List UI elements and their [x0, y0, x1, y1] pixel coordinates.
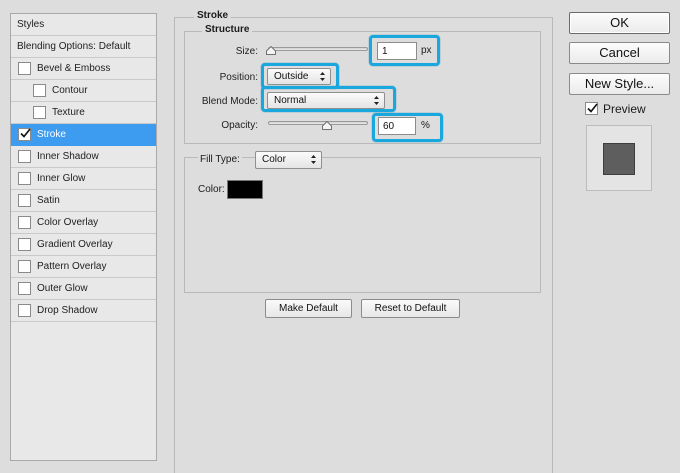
sidebar-item-outer-glow[interactable]: Outer Glow — [11, 278, 156, 300]
preview-label: Preview — [603, 102, 646, 116]
checkbox[interactable] — [18, 172, 31, 185]
color-label: Color: — [198, 184, 225, 195]
reset-to-default-button[interactable]: Reset to Default — [361, 299, 460, 318]
updown-arrows-icon — [311, 155, 316, 164]
checkbox[interactable] — [18, 216, 31, 229]
preview-checkbox[interactable] — [585, 102, 598, 115]
checkbox[interactable] — [18, 238, 31, 251]
sidebar-item-gradient-overlay[interactable]: Gradient Overlay — [11, 234, 156, 256]
sidebar-item-label: Drop Shadow — [37, 305, 98, 316]
size-slider-thumb-icon[interactable] — [266, 46, 276, 55]
sidebar-item-label: Inner Glow — [37, 173, 86, 184]
sidebar-item-label: Inner Shadow — [37, 151, 99, 162]
blending-options-item[interactable]: Blending Options: Default — [11, 36, 156, 58]
sidebar-item-texture[interactable]: Texture — [11, 102, 156, 124]
sidebar-item-satin[interactable]: Satin — [11, 190, 156, 212]
check-icon — [587, 103, 598, 113]
styles-list: Styles Blending Options: Default Bevel &… — [10, 13, 157, 461]
blend-mode-value: Normal — [274, 95, 307, 106]
sidebar-item-label: Satin — [37, 195, 60, 206]
position-label: Position: — [219, 72, 258, 83]
opacity-slider-thumb-icon[interactable] — [322, 121, 333, 130]
checkbox[interactable] — [18, 304, 31, 317]
checkbox[interactable] — [33, 84, 46, 97]
position-value: Outside — [274, 71, 309, 82]
preview-swatch — [603, 143, 635, 175]
checkbox[interactable] — [18, 150, 31, 163]
sidebar-item-pattern-overlay[interactable]: Pattern Overlay — [11, 256, 156, 278]
sidebar-item-bevel-emboss[interactable]: Bevel & Emboss — [11, 58, 156, 80]
cancel-button[interactable]: Cancel — [569, 42, 670, 64]
size-slider[interactable] — [268, 47, 368, 51]
opacity-label: Opacity: — [221, 120, 258, 131]
size-label: Size: — [235, 46, 258, 57]
ok-button[interactable]: OK — [569, 12, 670, 34]
styles-header[interactable]: Styles — [11, 14, 156, 36]
make-default-button[interactable]: Make Default — [265, 299, 352, 318]
sidebar-item-label: Gradient Overlay — [37, 239, 113, 250]
checkbox[interactable] — [33, 106, 46, 119]
fill-type-label: Fill Type: — [198, 154, 242, 166]
opacity-input[interactable] — [378, 117, 416, 135]
fill-type-dropdown[interactable]: Color — [255, 151, 322, 169]
check-icon — [20, 128, 31, 138]
sidebar-item-contour[interactable]: Contour — [11, 80, 156, 102]
sidebar-item-inner-glow[interactable]: Inner Glow — [11, 168, 156, 190]
position-dropdown[interactable]: Outside — [267, 68, 331, 85]
blend-mode-dropdown[interactable]: Normal — [267, 92, 385, 109]
size-unit: px — [421, 45, 432, 56]
opacity-unit: % — [421, 120, 430, 131]
sidebar-item-label: Color Overlay — [37, 217, 99, 228]
stroke-title: Stroke — [194, 10, 232, 21]
updown-arrows-icon — [374, 96, 379, 105]
checkbox[interactable] — [18, 260, 31, 273]
fill-group — [184, 157, 541, 293]
checkbox[interactable] — [18, 62, 31, 75]
blend-mode-label: Blend Mode: — [201, 96, 258, 107]
size-input[interactable] — [377, 42, 417, 60]
sidebar-item-label: Contour — [52, 85, 88, 96]
stroke-color-swatch[interactable] — [227, 180, 263, 199]
updown-arrows-icon — [320, 72, 325, 81]
sidebar-item-stroke[interactable]: Stroke — [11, 124, 156, 146]
sidebar-item-label: Bevel & Emboss — [37, 63, 111, 74]
sidebar-item-label: Stroke — [37, 129, 66, 140]
checkbox[interactable] — [18, 128, 31, 141]
checkbox[interactable] — [18, 194, 31, 207]
sidebar-item-label: Pattern Overlay — [37, 261, 107, 272]
opacity-slider[interactable] — [268, 121, 368, 125]
sidebar-item-inner-shadow[interactable]: Inner Shadow — [11, 146, 156, 168]
sidebar-item-label: Outer Glow — [37, 283, 88, 294]
new-style-button[interactable]: New Style... — [569, 73, 670, 95]
preview-box — [586, 125, 652, 191]
checkbox[interactable] — [18, 282, 31, 295]
sidebar-item-label: Texture — [52, 107, 85, 118]
sidebar-item-drop-shadow[interactable]: Drop Shadow — [11, 300, 156, 322]
structure-title: Structure — [202, 24, 253, 35]
sidebar-item-color-overlay[interactable]: Color Overlay — [11, 212, 156, 234]
fill-type-value: Color — [262, 154, 286, 165]
